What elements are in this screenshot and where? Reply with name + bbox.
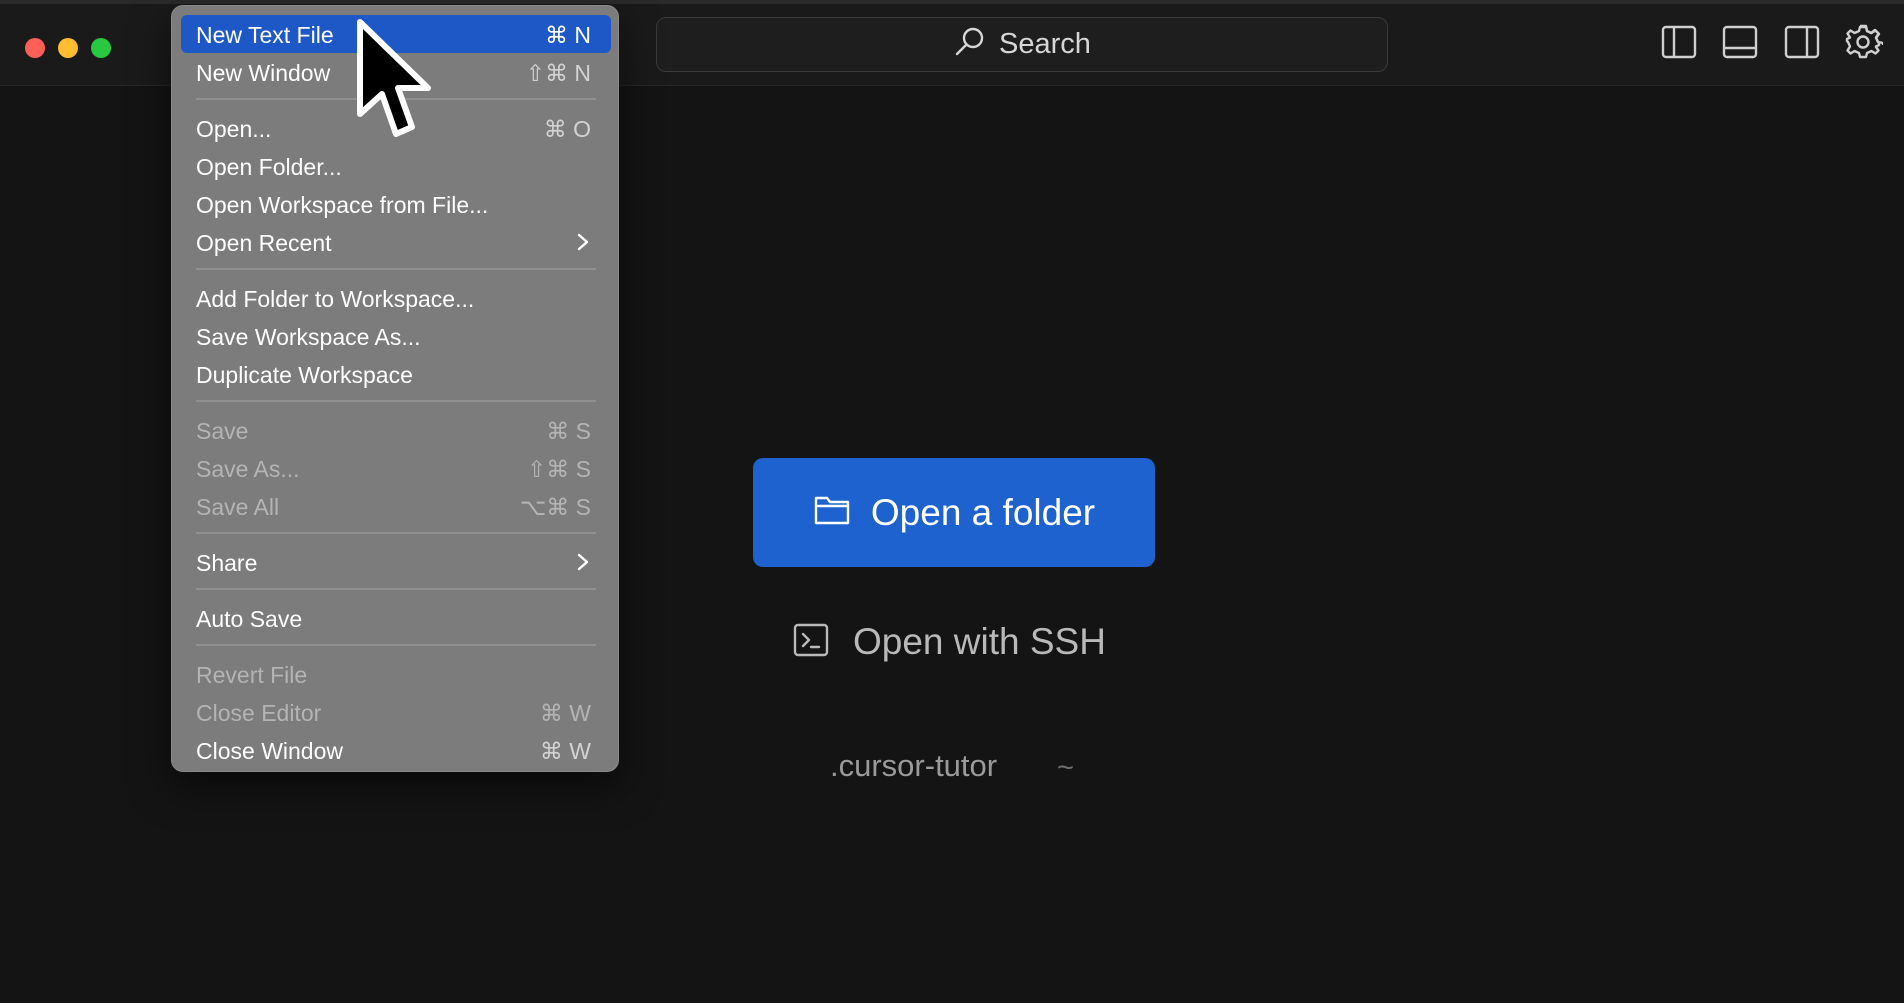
open-folder-label: Open a folder [870,491,1096,533]
menu-item-open-workspace-from-file[interactable]: Open Workspace from File... [181,185,611,223]
menu-item-save[interactable]: Save ⌘ S [181,411,611,449]
menu-item-label: Close Window [196,738,343,764]
toggle-primary-sidebar-icon[interactable] [1659,22,1699,62]
menu-item-save-all[interactable]: Save All ⌥⌘ S [181,487,611,525]
menu-item-close-window[interactable]: Close Window ⌘ W [181,731,611,769]
search-label: Search [999,28,1091,60]
menu-item-label: Save [196,418,249,444]
menu-item-shortcut: ⇧⌘ N [525,60,591,86]
menu-item-save-workspace-as[interactable]: Save Workspace As... [181,317,611,355]
menu-item-label: Save Workspace As... [196,324,421,350]
open-folder-button[interactable]: Open a folder [753,458,1155,567]
open-with-ssh-label: Open with SSH [853,621,1106,662]
menu-item-label: Add Folder to Workspace... [196,286,475,312]
menu-item-label: New Text File [196,22,334,48]
menu-item-open-recent[interactable]: Open Recent [181,223,611,261]
menu-item-label: Duplicate Workspace [196,362,413,388]
menu-separator [196,268,596,270]
menu-item-label: Open... [196,116,272,142]
menu-item-label: Save All [196,494,280,520]
terminal-icon [793,622,829,663]
chevron-right-icon [577,553,589,571]
menu-item-duplicate-workspace[interactable]: Duplicate Workspace [181,355,611,393]
window-minimize-button[interactable] [58,38,78,58]
open-with-ssh-button[interactable]: Open with SSH [793,612,1106,672]
menu-item-shortcut: ⌘ W [539,700,591,726]
menu-item-share[interactable]: Share [181,543,611,581]
window-top-edge [0,0,1904,4]
menu-separator [196,532,596,534]
mouse-pointer-icon [357,19,431,137]
menu-item-label: Save As... [196,456,300,482]
menu-item-label: Open Workspace from File... [196,192,489,218]
menu-item-shortcut: ⌥⌘ S [519,494,591,520]
menu-item-label: Close Editor [196,700,322,726]
window-close-button[interactable] [25,38,45,58]
menu-item-close-editor[interactable]: Close Editor ⌘ W [181,693,611,731]
menu-item-revert-file[interactable]: Revert File [181,655,611,693]
menu-item-shortcut: ⌘ S [546,418,591,444]
menu-separator [196,588,596,590]
recent-project-link[interactable]: .cursor-tutor [830,748,997,784]
menu-item-label: Revert File [196,662,308,688]
toggle-secondary-sidebar-icon[interactable] [1782,22,1822,62]
menu-item-shortcut: ⌘ N [545,22,591,48]
menu-item-label: Auto Save [196,606,303,632]
menu-item-save-as[interactable]: Save As... ⇧⌘ S [181,449,611,487]
window-maximize-button[interactable] [91,38,111,58]
menu-item-label: New Window [196,60,331,86]
menu-item-auto-save[interactable]: Auto Save [181,599,611,637]
folder-icon [813,494,851,531]
menu-separator [196,644,596,646]
menu-item-open-folder[interactable]: Open Folder... [181,147,611,185]
search-icon [953,25,987,64]
menu-item-label: Share [196,550,258,576]
menu-item-label: Open Recent [196,230,332,256]
toggle-panel-icon[interactable] [1720,22,1760,62]
settings-gear-icon[interactable] [1843,22,1885,62]
menu-item-label: Open Folder... [196,154,342,180]
menu-item-shortcut: ⇧⌘ S [526,456,591,482]
chevron-right-icon [577,233,589,251]
menu-item-shortcut: ⌘ O [543,116,591,142]
menu-item-shortcut: ⌘ W [539,738,591,764]
recent-project-path: ~ [1057,752,1074,784]
menu-item-add-folder-to-workspace[interactable]: Add Folder to Workspace... [181,279,611,317]
menu-separator [196,400,596,402]
command-search-bar[interactable]: Search [656,17,1388,72]
